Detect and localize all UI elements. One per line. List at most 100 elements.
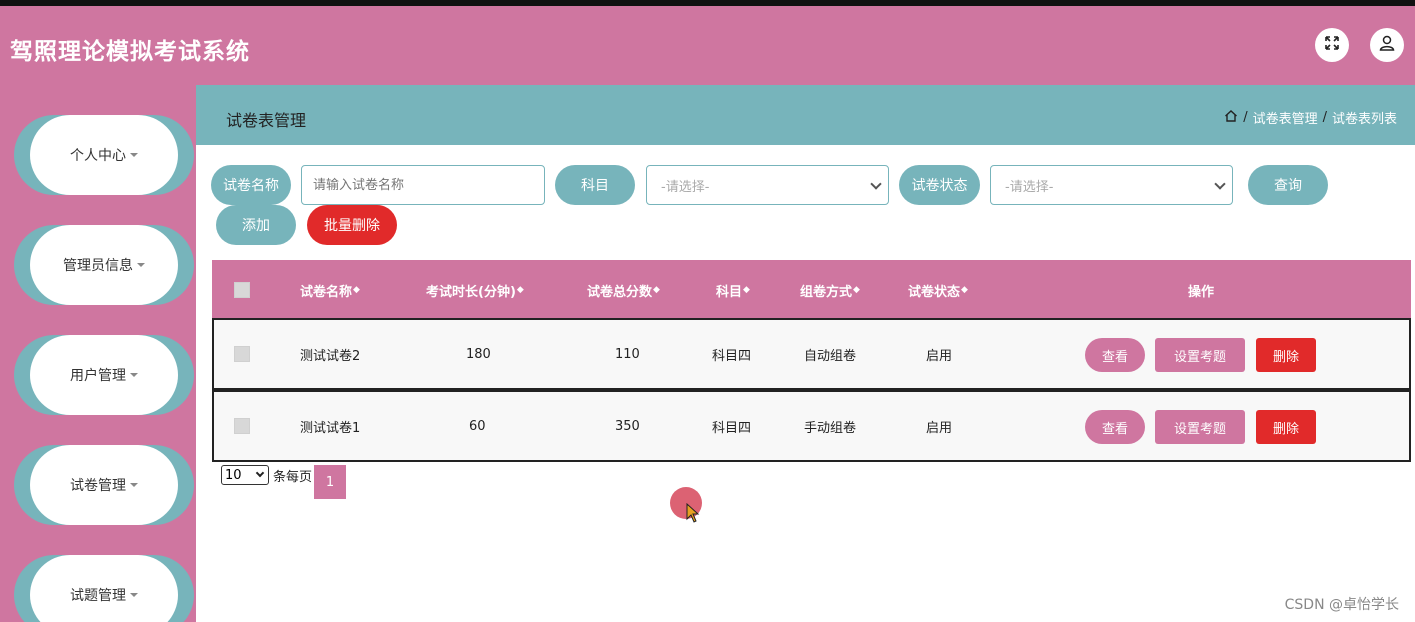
cell-subject: 科目四 xyxy=(712,348,752,364)
delete-button[interactable]: 删除 xyxy=(1256,410,1316,444)
sidebar-item-pill: 试题管理 xyxy=(30,555,178,622)
caret-down-icon xyxy=(137,263,145,267)
row-checkbox[interactable] xyxy=(234,418,250,434)
cell-total-score: 110 xyxy=(615,346,640,362)
pagination: 10 条每页 1 xyxy=(221,465,347,499)
breadcrumb-item-exam-table[interactable]: 试卷表管理 xyxy=(1253,108,1318,127)
column-header-method[interactable]: 组卷方式 ◆ xyxy=(800,260,860,320)
column-header-exam-name[interactable]: 试卷名称 ◆ xyxy=(300,260,360,320)
exam-name-label: 试卷名称 xyxy=(211,165,291,205)
sort-icon: ◆ xyxy=(853,285,860,295)
cell-status: 启用 xyxy=(926,348,953,364)
page-title: 试卷表管理 xyxy=(226,111,307,130)
sidebar-item-pill: 试卷管理 xyxy=(30,445,178,525)
user-icon xyxy=(1378,34,1396,56)
breadcrumb-separator: / xyxy=(1322,110,1327,125)
sort-icon: ◆ xyxy=(743,285,750,295)
user-button[interactable] xyxy=(1370,28,1404,62)
column-header-label: 组卷方式 xyxy=(800,284,853,300)
sidebar-item-label: 试题管理 xyxy=(70,588,126,604)
column-header-subject[interactable]: 科目 ◆ xyxy=(716,260,750,320)
column-header-actions: 操作 xyxy=(1188,284,1215,300)
sidebar-item-label: 用户管理 xyxy=(70,368,126,384)
query-button[interactable]: 查询 xyxy=(1248,165,1328,205)
add-button[interactable]: 添加 xyxy=(216,205,296,245)
table-header: 试卷名称 ◆ 考试时长(分钟) ◆ 试卷总分数 ◆ 科目 ◆ 组卷方式 ◆ 试卷状态 ◆ 操… xyxy=(212,260,1411,320)
cell-method: 手动组卷 xyxy=(804,420,857,436)
select-all-checkbox[interactable] xyxy=(234,282,250,298)
set-questions-button[interactable]: 设置考题 xyxy=(1155,410,1245,444)
sidebar-item-label: 试卷管理 xyxy=(70,478,126,494)
delete-button[interactable]: 删除 xyxy=(1256,338,1316,372)
exam-status-select-value: -请选择- xyxy=(1005,179,1054,195)
subject-label: 科目 xyxy=(555,165,635,205)
sidebar-item-admin-info[interactable]: 管理员信息 xyxy=(14,225,194,305)
chevron-down-icon xyxy=(870,178,882,190)
page-size-select[interactable]: 10 xyxy=(221,465,269,485)
row-checkbox[interactable] xyxy=(234,346,250,362)
caret-down-icon xyxy=(130,593,138,597)
mouse-pointer-icon xyxy=(686,503,700,523)
page-button-current[interactable]: 1 xyxy=(314,465,347,499)
cell-subject: 科目四 xyxy=(712,420,752,436)
exam-status-label: 试卷状态 xyxy=(899,165,980,205)
page-header-bar: 试卷表管理 / 试卷表管理 / 试卷表列表 xyxy=(196,85,1415,145)
home-icon[interactable] xyxy=(1224,109,1238,127)
app-header: 驾照理论模拟考试系统 xyxy=(0,6,1415,85)
sidebar-item-pill: 用户管理 xyxy=(30,335,178,415)
view-button[interactable]: 查看 xyxy=(1085,338,1145,372)
column-header-duration[interactable]: 考试时长(分钟) ◆ xyxy=(426,260,524,320)
column-header-label: 试卷状态 xyxy=(908,284,961,300)
sort-icon: ◆ xyxy=(516,285,524,295)
sidebar-item-personal-center[interactable]: 个人中心 xyxy=(14,115,194,195)
column-header-status[interactable]: 试卷状态 ◆ xyxy=(908,260,968,320)
subject-select-value: -请选择- xyxy=(661,179,710,195)
cell-duration: 60 xyxy=(469,418,486,434)
sidebar-item-label: 个人中心 xyxy=(70,148,126,164)
table-row: 测试试卷1 60 350 科目四 手动组卷 启用 查看 设置考题 删除 xyxy=(212,390,1411,462)
cell-status: 启用 xyxy=(926,420,953,436)
sidebar-item-question-management[interactable]: 试题管理 xyxy=(14,555,194,622)
breadcrumb-separator: / xyxy=(1243,110,1248,125)
sidebar-item-pill: 管理员信息 xyxy=(30,225,178,305)
main-content: 试卷表管理 / 试卷表管理 / 试卷表列表 试卷名称 科目 -请选择- 试卷状态… xyxy=(196,85,1415,622)
cell-duration: 180 xyxy=(466,346,491,362)
fullscreen-button[interactable] xyxy=(1315,28,1349,62)
sidebar-item-user-management[interactable]: 用户管理 xyxy=(14,335,194,415)
set-questions-button[interactable]: 设置考题 xyxy=(1155,338,1245,372)
column-header-label: 科目 xyxy=(716,284,743,300)
page-size-value: 10 xyxy=(225,467,242,483)
breadcrumb-item-exam-list: 试卷表列表 xyxy=(1331,112,1397,127)
column-header-label: 试卷总分数 xyxy=(587,284,653,300)
exam-status-select[interactable]: -请选择- xyxy=(990,165,1233,205)
column-header-label: 试卷名称 xyxy=(300,284,353,300)
sidebar: 个人中心 管理员信息 用户管理 试卷管理 试题管理 xyxy=(0,85,196,622)
sort-icon: ◆ xyxy=(653,285,660,295)
sort-icon: ◆ xyxy=(353,285,360,295)
column-header-total-score[interactable]: 试卷总分数 ◆ xyxy=(587,260,660,320)
app-title: 驾照理论模拟考试系统 xyxy=(10,39,250,65)
caret-down-icon xyxy=(130,153,138,157)
sidebar-item-pill: 个人中心 xyxy=(30,115,178,195)
view-button[interactable]: 查看 xyxy=(1085,410,1145,444)
chevron-down-icon xyxy=(255,468,265,478)
caret-down-icon xyxy=(130,373,138,377)
per-page-label: 条每页 xyxy=(273,470,313,485)
sidebar-item-exam-management[interactable]: 试卷管理 xyxy=(14,445,194,525)
cell-exam-name: 测试试卷1 xyxy=(300,420,361,436)
column-header-label: 考试时长(分钟) xyxy=(426,284,516,300)
chevron-down-icon xyxy=(1214,178,1226,190)
sidebar-item-label: 管理员信息 xyxy=(63,258,133,274)
caret-down-icon xyxy=(130,483,138,487)
exam-name-input[interactable] xyxy=(301,165,545,205)
subject-select[interactable]: -请选择- xyxy=(646,165,889,205)
table-row: 测试试卷2 180 110 科目四 自动组卷 启用 查看 设置考题 删除 xyxy=(212,318,1411,390)
cell-exam-name: 测试试卷2 xyxy=(300,348,361,364)
expand-icon xyxy=(1323,34,1341,56)
breadcrumb: / 试卷表管理 / 试卷表列表 xyxy=(1224,108,1397,127)
cell-method: 自动组卷 xyxy=(804,348,857,364)
cell-total-score: 350 xyxy=(615,418,640,434)
batch-delete-button[interactable]: 批量删除 xyxy=(307,205,397,245)
watermark: CSDN @卓怡学长 xyxy=(1284,597,1399,613)
sort-icon: ◆ xyxy=(961,285,968,295)
